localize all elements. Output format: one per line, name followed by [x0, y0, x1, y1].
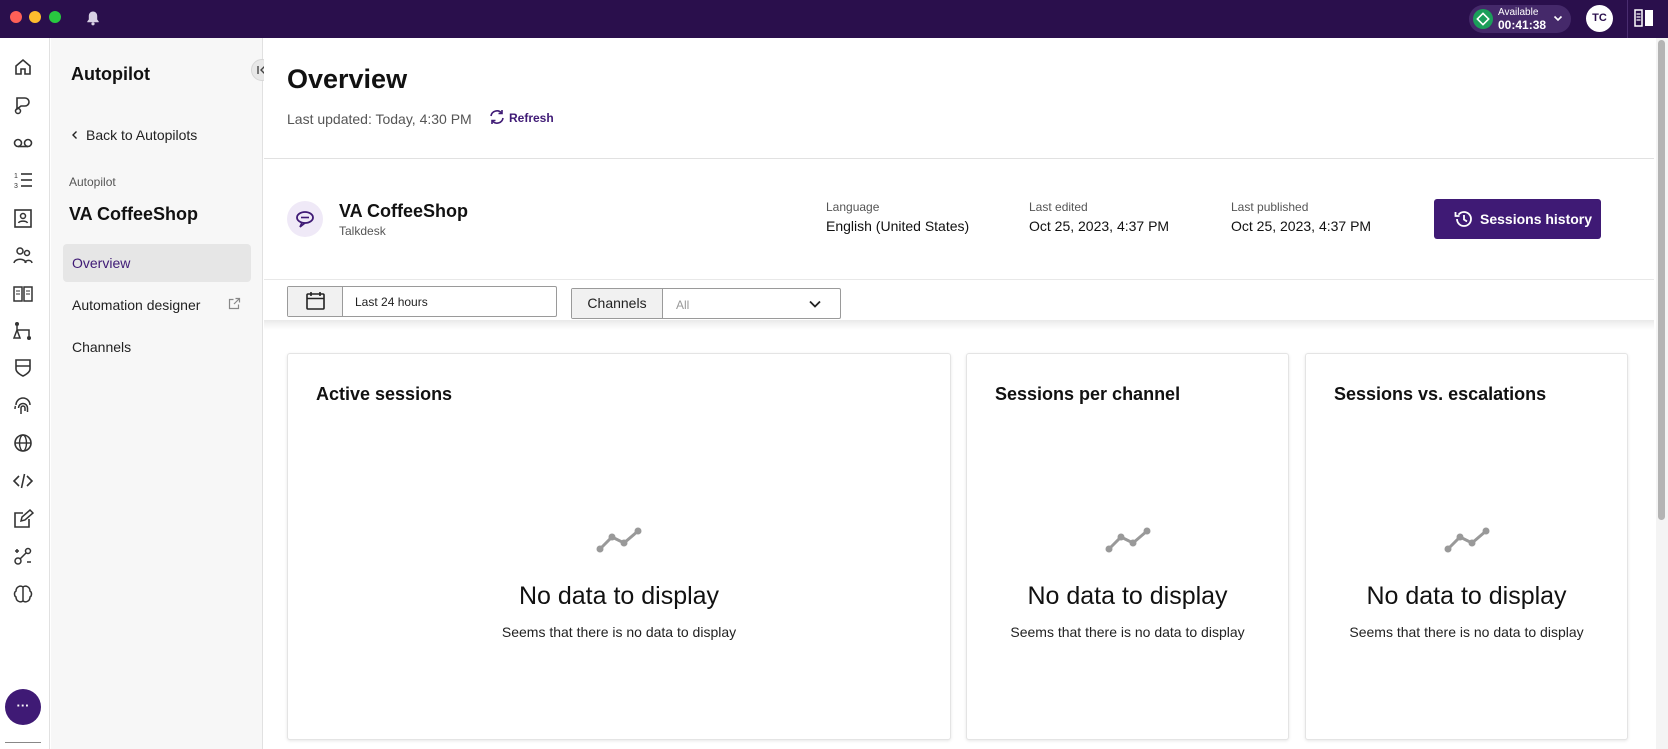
autopilot-avatar: [287, 201, 323, 237]
sessions-per-channel-card: Sessions per channel No data to display …: [966, 353, 1289, 740]
available-status-icon: [1473, 9, 1493, 29]
window-zoom-button[interactable]: [49, 11, 61, 23]
agent-status-selector[interactable]: Available 00:41:38: [1469, 5, 1571, 33]
calendar-icon: [306, 292, 325, 310]
history-icon: [1454, 211, 1472, 227]
chevron-left-icon: [72, 131, 77, 139]
knowledge-book-icon[interactable]: [12, 282, 34, 304]
status-label: Available: [1498, 7, 1539, 18]
shield-icon[interactable]: [12, 357, 34, 379]
language-label: Language: [826, 200, 880, 214]
refresh-button[interactable]: Refresh: [488, 109, 554, 125]
autopilot-title: VA CoffeeShop: [339, 201, 468, 221]
empty-state-title: No data to display: [518, 582, 720, 610]
sessions-history-button[interactable]: Sessions history: [1434, 199, 1601, 239]
page-title: Overview: [287, 64, 408, 94]
sidebar-item-label: Channels: [72, 339, 132, 355]
fingerprint-icon[interactable]: [12, 395, 34, 417]
autopilot-sidenav: [51, 38, 263, 749]
more-apps-button[interactable]: ···: [5, 689, 41, 725]
page-scrollbar[interactable]: [1656, 38, 1668, 749]
empty-state-message: Seems that there is no data to display: [501, 624, 737, 640]
card-title: Sessions per channel: [995, 384, 1181, 404]
sidebar-item-automation-designer[interactable]: Automation designer: [63, 286, 251, 324]
header-divider: [264, 158, 1654, 159]
channels-filter-label: Channels: [572, 289, 663, 318]
last-published-value: Oct 25, 2023, 4:37 PM: [1231, 218, 1372, 234]
code-icon[interactable]: [12, 470, 34, 492]
card-title: Active sessions: [316, 384, 453, 404]
info-divider: [264, 279, 1654, 280]
date-range-calendar-button[interactable]: [288, 287, 343, 316]
empty-state-message: Seems that there is no data to display: [1349, 624, 1584, 640]
voicemail-icon[interactable]: [12, 131, 34, 153]
window-minimize-button[interactable]: [29, 11, 41, 23]
language-value: English (United States): [826, 218, 970, 234]
users-icon[interactable]: [12, 244, 34, 266]
empty-chart-icon: [1444, 527, 1490, 553]
refresh-label: Refresh: [509, 111, 554, 125]
chevron-down-icon: [809, 300, 821, 308]
card-title: Sessions vs. escalations: [1334, 384, 1547, 404]
refresh-icon: [490, 110, 504, 124]
empty-chart-icon: [1105, 527, 1151, 553]
list-icon[interactable]: 13: [12, 169, 34, 191]
svg-text:1: 1: [14, 173, 18, 180]
sidenav-section-label: Autopilot: [69, 175, 116, 189]
sessions-vs-escalations-card: Sessions vs. escalations No data to disp…: [1305, 353, 1628, 740]
integrations-icon[interactable]: [12, 545, 34, 567]
app-rail: 13 ···: [0, 38, 50, 749]
sidenav-title: Autopilot: [71, 64, 150, 84]
back-to-autopilots-link[interactable]: Back to Autopilots: [70, 127, 197, 143]
sidebar-item-label: Automation designer: [72, 297, 201, 313]
sidebar-item-overview[interactable]: Overview: [63, 244, 251, 282]
channels-filter[interactable]: Channels All: [571, 288, 841, 319]
filter-bar-shadow: [264, 320, 1654, 330]
last-published-label: Last published: [1231, 200, 1309, 214]
globe-icon[interactable]: [12, 432, 34, 454]
active-sessions-card: Active sessions No data to display Seems…: [287, 353, 951, 740]
autopilot-owner: Talkdesk: [339, 224, 386, 238]
rail-divider: [5, 742, 41, 743]
scrollbar-thumb[interactable]: [1658, 40, 1665, 520]
empty-state-message: Seems that there is no data to display: [1010, 624, 1245, 640]
flow-icon[interactable]: [12, 320, 34, 342]
last-edited-value: Oct 25, 2023, 4:37 PM: [1029, 218, 1170, 234]
brain-icon[interactable]: [12, 583, 34, 605]
svg-text:3: 3: [14, 183, 18, 190]
date-range-picker[interactable]: Last 24 hours: [287, 286, 557, 317]
contacts-icon[interactable]: [12, 207, 34, 229]
home-icon[interactable]: [12, 56, 34, 78]
sidebar-item-label: Overview: [72, 255, 131, 271]
status-timer: 00:41:38: [1498, 18, 1547, 32]
sessions-history-label: Sessions history: [1480, 211, 1593, 227]
back-link-label: Back to Autopilots: [86, 127, 198, 143]
autopilot-name: VA CoffeeShop: [69, 204, 198, 224]
chevron-down-icon: [1553, 15, 1563, 22]
notifications-bell-icon[interactable]: [85, 10, 101, 26]
side-panel-toggle-icon[interactable]: [1634, 9, 1654, 27]
sidebar-item-channels[interactable]: Channels: [63, 328, 251, 366]
last-edited-label: Last edited: [1029, 200, 1088, 214]
chat-agent-icon[interactable]: [12, 94, 34, 116]
avatar[interactable]: TC: [1586, 5, 1613, 32]
window-close-button[interactable]: [10, 11, 22, 23]
last-updated-text: Last updated: Today, 4:30 PM: [287, 111, 472, 127]
external-link-icon: [228, 297, 241, 310]
empty-state-title: No data to display: [1027, 582, 1228, 610]
chat-bubble-icon: [296, 211, 314, 228]
edit-icon[interactable]: [12, 508, 34, 530]
top-bar: Available 00:41:38 TC: [0, 0, 1668, 38]
empty-chart-icon: [596, 527, 642, 553]
topbar-divider: [1627, 0, 1628, 38]
channels-filter-value: All: [676, 298, 690, 312]
empty-state-title: No data to display: [1366, 582, 1567, 610]
date-range-value: Last 24 hours: [355, 295, 428, 309]
